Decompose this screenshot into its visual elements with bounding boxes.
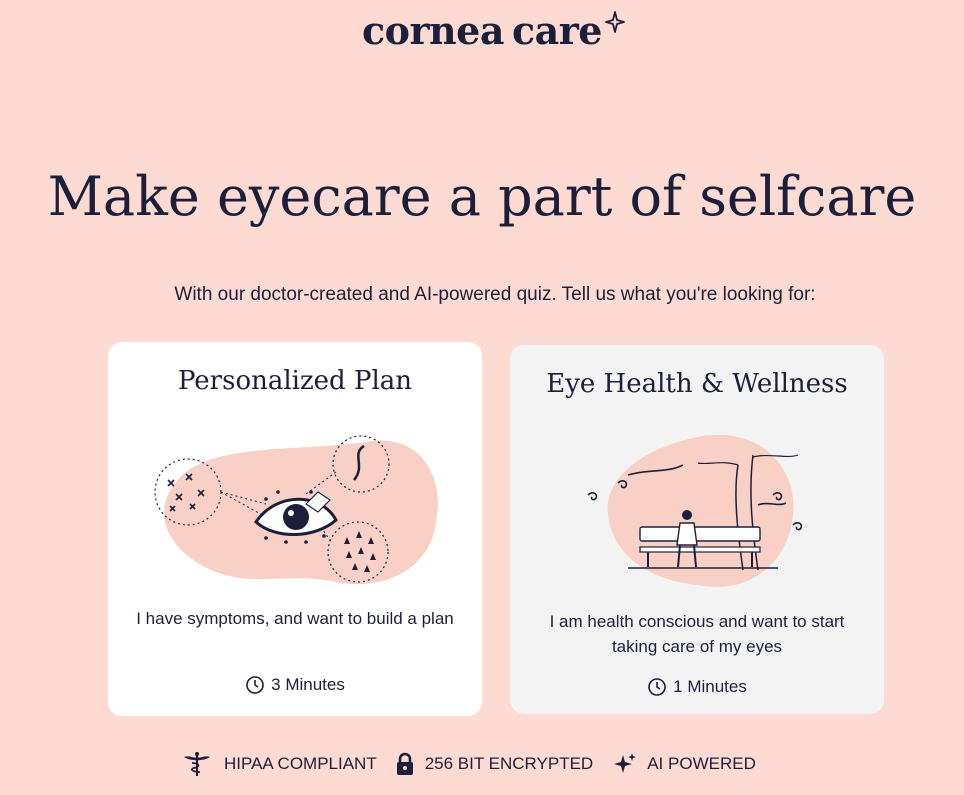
quiz-card-eye-health-wellness[interactable]: Eye Health & Wellness I am health consci… [510, 345, 884, 714]
card-duration-text: 3 Minutes [271, 675, 345, 694]
card-description: I am health conscious and want to start … [549, 612, 845, 656]
badge-label: AI POWERED [647, 754, 756, 773]
card-duration-text: 1 Minutes [673, 677, 747, 696]
trust-badges: HIPAA COMPLIANT 256 BIT ENCRYPTED AI POW… [180, 751, 820, 777]
card-title: Personalized Plan [177, 366, 413, 396]
sparkle-icon [605, 11, 625, 33]
card-duration: 3 Minutes [108, 675, 482, 695]
clock-icon [246, 676, 264, 694]
page-subheadline: With our doctor-created and AI-powered q… [174, 284, 816, 305]
badge-ai-powered: AI POWERED [613, 752, 756, 776]
lock-icon [396, 752, 413, 775]
badge-label: 256 BIT ENCRYPTED [424, 754, 594, 773]
person-on-bench-under-tree-illustration [587, 435, 803, 587]
brand-logo[interactable]: cornea care [0, 8, 964, 53]
badge-label: HIPAA COMPLIANT [224, 754, 377, 773]
badge-encrypted: 256 BIT ENCRYPTED [395, 752, 594, 776]
clock-icon [648, 678, 666, 696]
page-headline: Make eyecare a part of selfcare [47, 165, 917, 228]
card-description: I have symptoms, and want to build a pla… [136, 609, 454, 628]
card-duration: 1 Minutes [510, 677, 884, 697]
quiz-card-personalized-plan[interactable]: Personalized Plan I have symptoms, and w… [108, 342, 482, 716]
badge-hipaa: HIPAA COMPLIANT [180, 751, 377, 777]
caduceus-icon [184, 752, 210, 776]
eye-symptoms-illustration [154, 435, 438, 585]
sparkle-icon [614, 753, 637, 773]
brand-name-part1: cornea [362, 8, 504, 53]
card-title: Eye Health & Wellness [546, 369, 848, 399]
brand-name-part2: care [511, 8, 602, 53]
